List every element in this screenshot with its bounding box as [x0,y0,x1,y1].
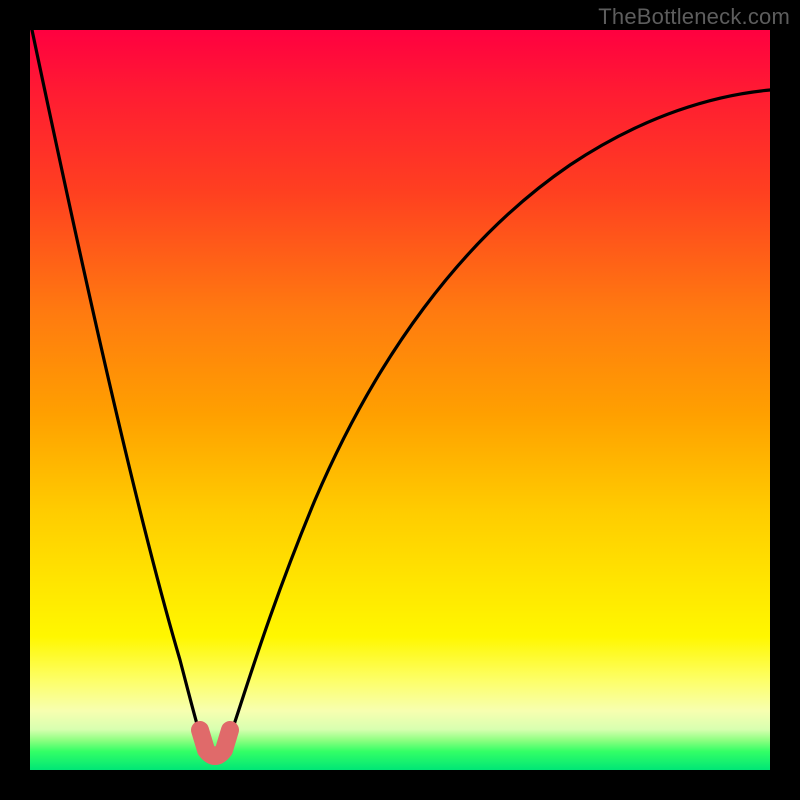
watermark-text: TheBottleneck.com [598,4,790,30]
curve-right-branch [226,90,770,748]
plot-area [30,30,770,770]
valley-highlight [200,730,230,756]
curve-layer [30,30,770,770]
chart-frame: TheBottleneck.com [0,0,800,800]
curve-left-branch [32,30,204,748]
